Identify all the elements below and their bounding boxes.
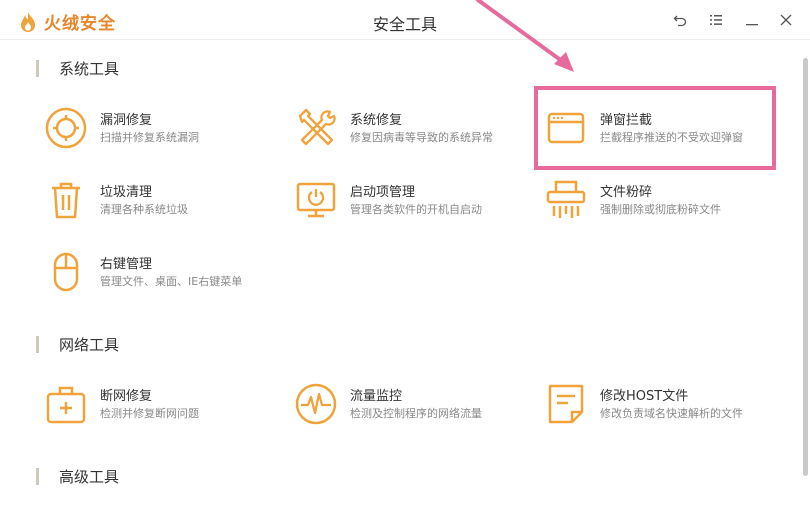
tool-desc: 修复因病毒等导致的系统异常 — [350, 131, 493, 144]
scrollbar[interactable] — [803, 58, 808, 476]
pointer-arrow-icon — [476, 0, 574, 72]
tool-desc: 清理各种系统垃圾 — [100, 203, 188, 216]
title-bar: 火绒安全 安全工具 — [0, 0, 810, 40]
trash-icon — [52, 182, 80, 219]
tool-junk-clean[interactable]: 垃圾清理 清理各种系统垃圾 — [44, 178, 284, 232]
section-advanced-tools: 高级工具 — [36, 466, 119, 486]
close-button[interactable] — [776, 10, 796, 30]
tool-desc: 修改负责域名快速解析的文件 — [600, 407, 743, 420]
tool-context-menu-manager[interactable]: 右键管理 管理文件、桌面、IE右键菜单 — [44, 250, 284, 304]
tool-network-repair[interactable]: 断网修复 检测并修复断网问题 — [44, 382, 284, 436]
section-marker — [36, 59, 39, 77]
tool-desc: 管理各类软件的开机自启动 — [350, 203, 482, 216]
host-file-icon — [548, 384, 584, 424]
traffic-pulse-icon — [295, 383, 337, 425]
back-button[interactable] — [670, 10, 690, 30]
tool-name: 漏洞修复 — [100, 113, 153, 128]
shredder-icon — [546, 180, 586, 218]
close-icon — [780, 14, 792, 26]
tool-name: 垃圾清理 — [100, 185, 153, 200]
section-marker — [36, 467, 39, 485]
tool-vulnerability-fix[interactable]: 漏洞修复 扫描并修复系统漏洞 — [44, 106, 284, 160]
first-aid-kit-icon — [46, 386, 86, 424]
section-network-tools: 网络工具 — [36, 334, 119, 354]
mouse-icon — [53, 252, 79, 292]
tool-name: 修改HOST文件 — [600, 389, 689, 404]
highlight-box — [534, 86, 776, 170]
tool-name: 流量监控 — [350, 389, 403, 404]
tool-edit-host-file[interactable]: 修改HOST文件 修改负责域名快速解析的文件 — [544, 382, 784, 436]
minimize-button[interactable] — [742, 10, 762, 30]
tool-name: 右键管理 — [100, 257, 153, 272]
tool-startup-manager[interactable]: 启动项管理 管理各类软件的开机自启动 — [294, 178, 534, 232]
back-icon — [673, 15, 687, 27]
tool-desc: 扫描并修复系统漏洞 — [100, 131, 199, 144]
section-system-tools: 系统工具 — [36, 58, 119, 78]
vulnerability-fix-icon — [45, 107, 87, 149]
tool-name: 系统修复 — [350, 113, 403, 128]
section-title: 高级工具 — [59, 467, 120, 486]
minimize-icon — [746, 24, 758, 26]
tool-name: 断网修复 — [100, 389, 153, 404]
tool-name: 启动项管理 — [350, 185, 416, 200]
monitor-power-icon — [296, 182, 336, 218]
tool-file-shredder[interactable]: 文件粉碎 强制删除或彻底粉碎文件 — [544, 178, 784, 232]
tool-desc: 检测并修复断网问题 — [100, 407, 199, 420]
section-title: 系统工具 — [59, 59, 120, 78]
section-marker — [36, 335, 39, 353]
wrench-screwdriver-icon — [298, 108, 336, 146]
tool-desc: 强制删除或彻底粉碎文件 — [600, 203, 721, 216]
tool-desc: 管理文件、桌面、IE右键菜单 — [100, 275, 243, 288]
tool-traffic-monitor[interactable]: 流量监控 检测及控制程序的网络流量 — [294, 382, 534, 436]
menu-icon — [710, 15, 722, 25]
tool-name: 文件粉碎 — [600, 185, 653, 200]
tool-system-repair[interactable]: 系统修复 修复因病毒等导致的系统异常 — [294, 106, 534, 160]
menu-button[interactable] — [706, 10, 726, 30]
section-title: 网络工具 — [59, 335, 120, 354]
tool-desc: 检测及控制程序的网络流量 — [350, 407, 482, 420]
